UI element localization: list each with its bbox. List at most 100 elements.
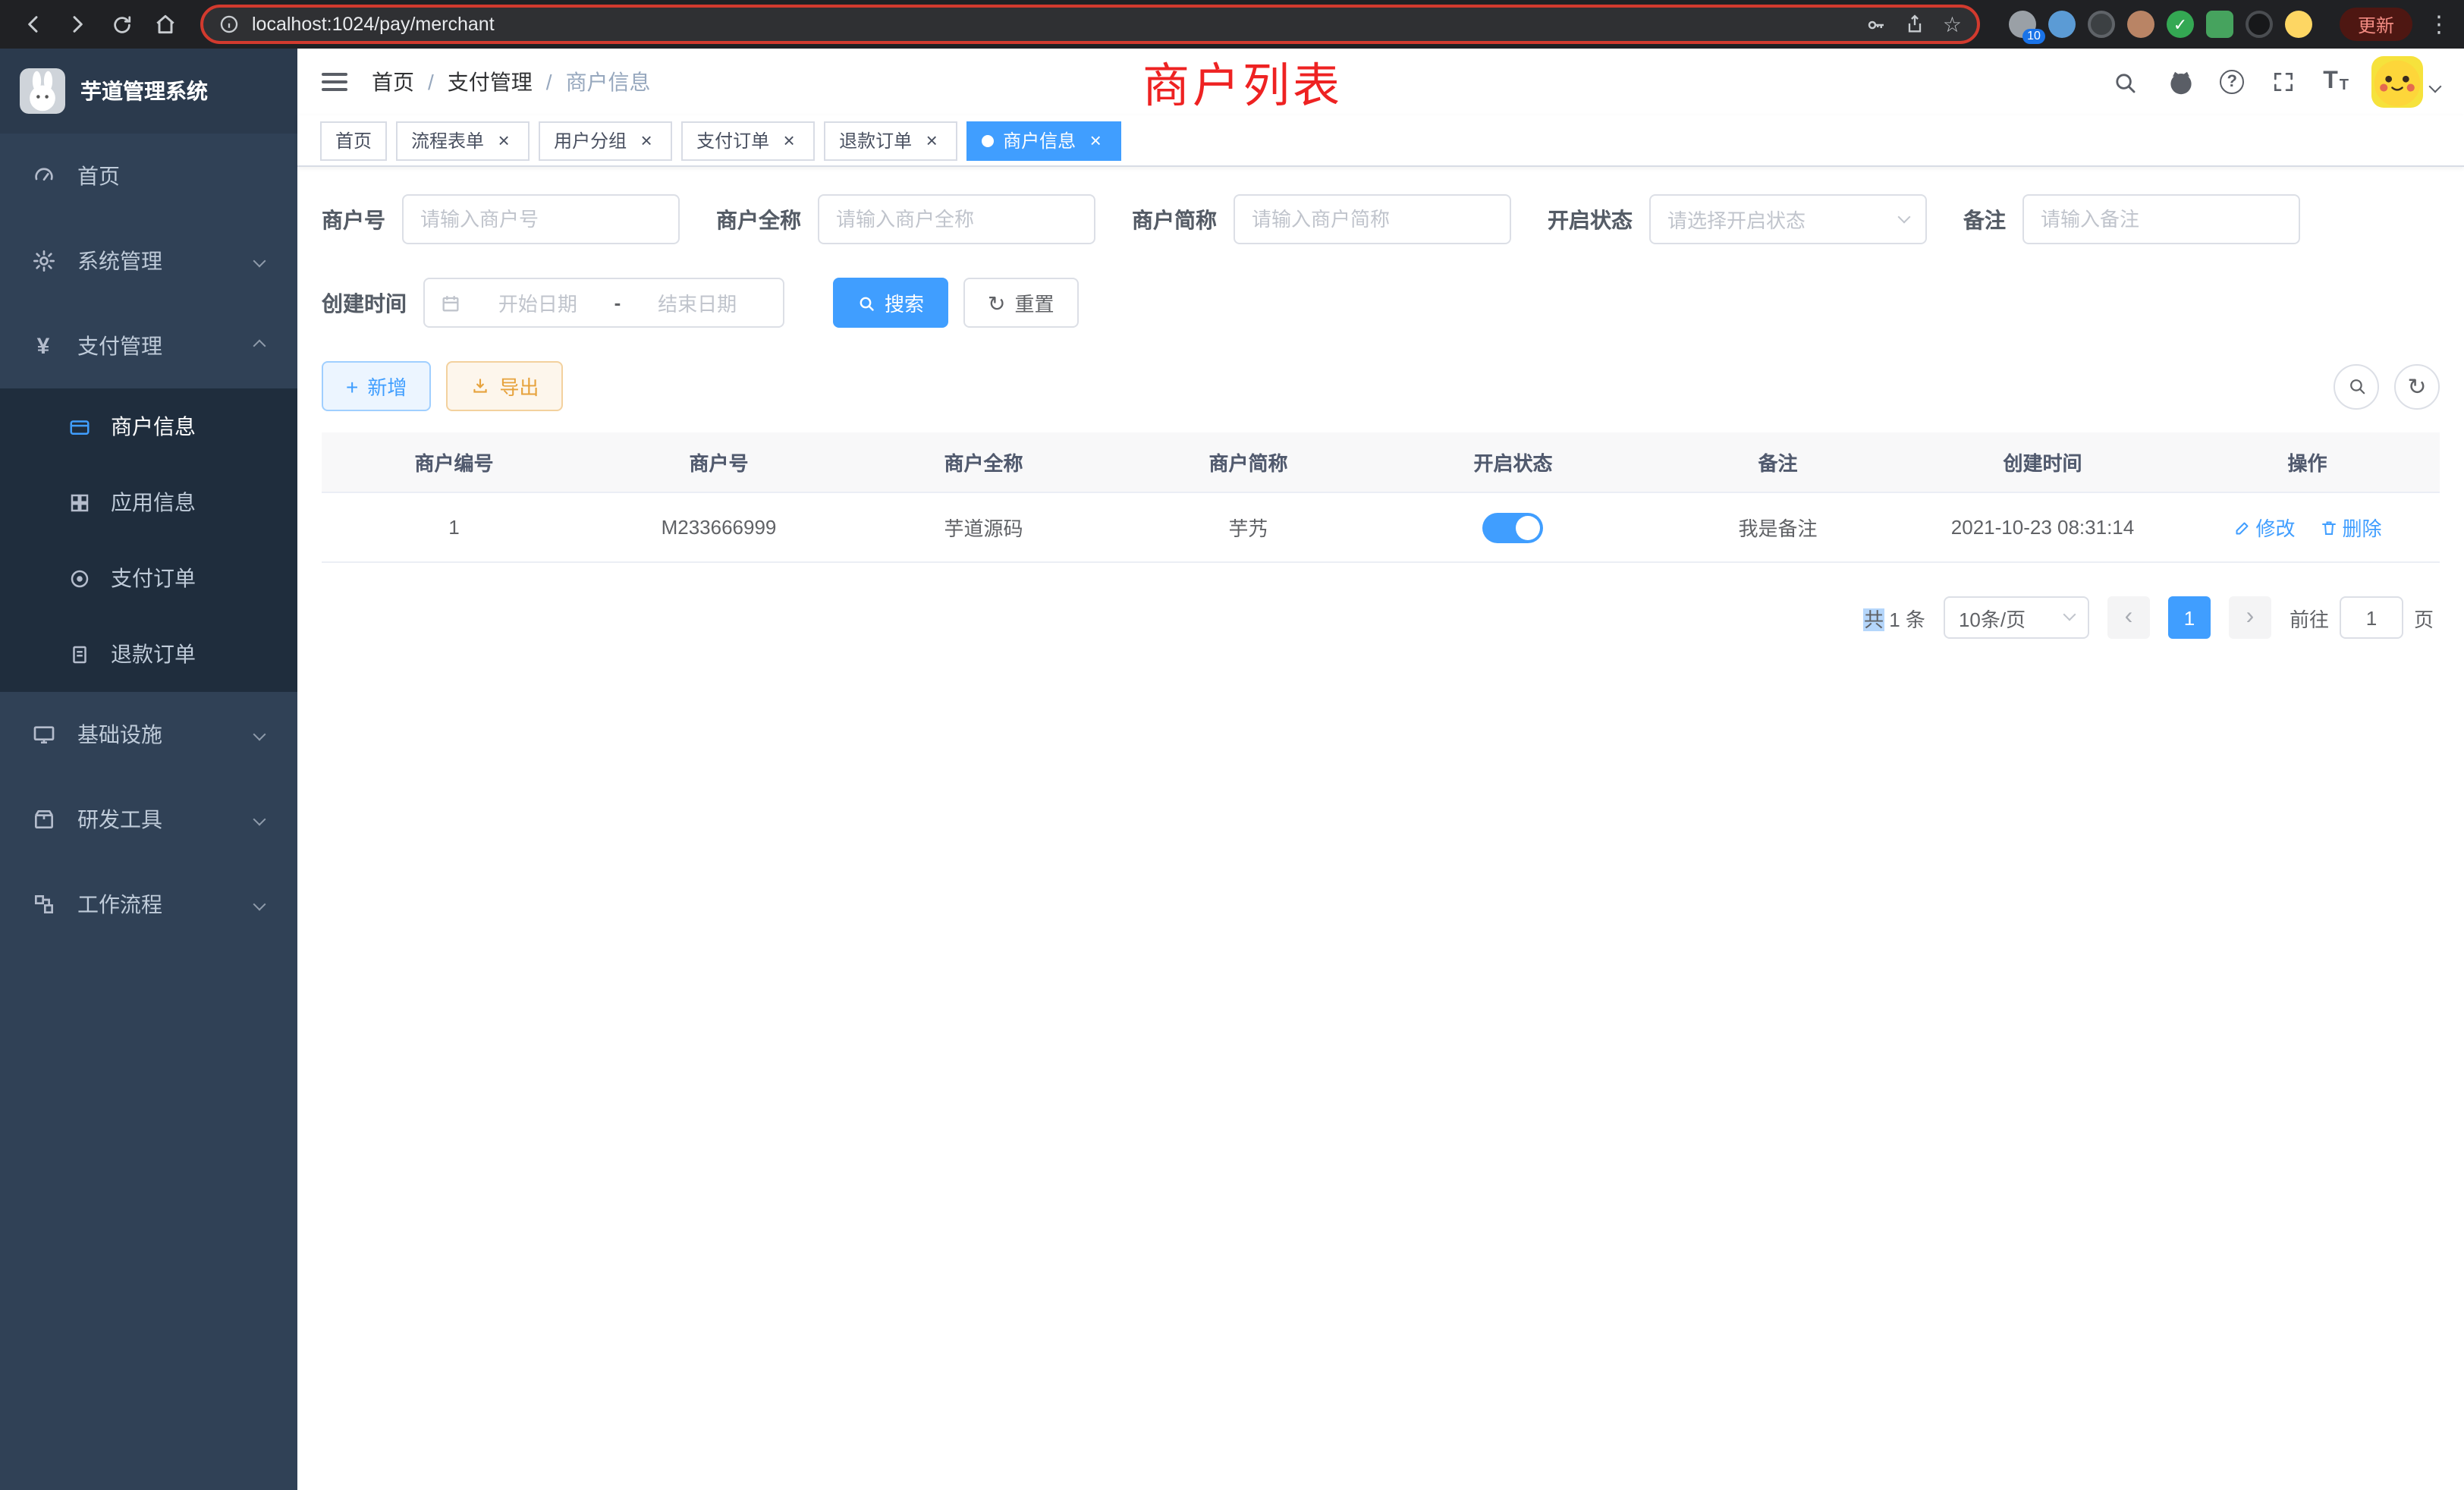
profile-avatar-icon[interactable]: [2127, 11, 2154, 38]
address-bar[interactable]: localhost:1024/pay/merchant ☆: [200, 5, 1980, 44]
col-actions: 操作: [2175, 448, 2440, 476]
total-count: 共 1 条: [1864, 603, 1925, 632]
col-merchant-no: 商户号: [586, 448, 851, 476]
extension-dark-icon[interactable]: [2088, 11, 2115, 38]
next-page-button[interactable]: ›: [2229, 596, 2271, 639]
extensions-area: 10 ✓: [2009, 11, 2312, 38]
monitor-icon: [30, 721, 56, 747]
prev-page-button[interactable]: ‹: [2107, 596, 2150, 639]
tab-home[interactable]: 首页: [320, 121, 387, 160]
password-key-icon[interactable]: [1865, 13, 1888, 36]
reload-icon[interactable]: [103, 6, 140, 42]
chevron-down-icon: [1898, 210, 1911, 223]
status-toggle[interactable]: [1483, 512, 1544, 542]
breadcrumb-separator: /: [546, 70, 552, 94]
tab-refund-order[interactable]: 退款订单×: [824, 121, 957, 160]
share-icon[interactable]: [1905, 14, 1926, 35]
chevron-down-icon: [2063, 608, 2076, 621]
tags-view: 首页 流程表单× 用户分组× 支付订单× 退款订单× 商户信息×: [297, 115, 2464, 167]
breadcrumb-payment[interactable]: 支付管理: [448, 67, 533, 97]
cell-merchant-no: M233666999: [586, 516, 851, 539]
navbar: 首页 / 支付管理 / 商户信息 ?: [297, 49, 2464, 115]
font-size-icon[interactable]: TT: [2323, 70, 2349, 94]
sidebar: 芋道管理系统 首页 系统管理 ¥ 支付管理: [0, 49, 297, 1490]
search-button[interactable]: 搜索: [833, 278, 948, 328]
col-create-time: 创建时间: [1910, 448, 2175, 476]
calendar-icon: [440, 292, 461, 313]
avatar[interactable]: [2371, 56, 2423, 108]
sidebar-item-pay-order[interactable]: 支付订单: [0, 540, 297, 616]
sidebar-item-app-info[interactable]: 应用信息: [0, 464, 297, 540]
page-content: 商户号 商户全称 商户简称 开启状态 请选择开启状态: [297, 167, 2464, 1490]
close-icon[interactable]: ×: [636, 130, 657, 151]
col-full-name: 商户全称: [851, 448, 1116, 476]
tab-process-form[interactable]: 流程表单×: [396, 121, 530, 160]
help-icon[interactable]: ?: [2220, 70, 2244, 94]
extension-icon[interactable]: 10: [2009, 11, 2036, 38]
sidebar-item-payment[interactable]: ¥ 支付管理: [0, 303, 297, 388]
extension-drop-icon[interactable]: [2048, 11, 2076, 38]
sidebar-item-system[interactable]: 系统管理: [0, 218, 297, 303]
github-icon[interactable]: [2164, 65, 2197, 99]
reset-button[interactable]: ↻ 重置: [963, 278, 1079, 328]
date-range-picker[interactable]: 开始日期 - 结束日期: [423, 278, 784, 328]
cell-status: [1381, 512, 1645, 542]
extension-green-icon[interactable]: [2206, 11, 2233, 38]
tab-user-group[interactable]: 用户分组×: [539, 121, 672, 160]
close-icon[interactable]: ×: [1085, 130, 1106, 151]
sidebar-item-home[interactable]: 首页: [0, 134, 297, 218]
yen-icon: ¥: [30, 333, 56, 359]
delete-link[interactable]: 删除: [2320, 513, 2382, 542]
extension-emoji-icon[interactable]: [2285, 11, 2312, 38]
table-toolbar: + 新增 导出 ↻: [322, 361, 2440, 411]
page-unit-label: 页: [2414, 603, 2434, 632]
sidebar-item-refund-order[interactable]: 退款订单: [0, 616, 297, 692]
status-select[interactable]: 请选择开启状态: [1649, 194, 1927, 244]
page-info-icon[interactable]: [218, 14, 240, 35]
add-button[interactable]: + 新增: [322, 361, 431, 411]
browser-toolbar: localhost:1024/pay/merchant ☆ 10 ✓ 更新 ⋮: [0, 0, 2464, 49]
start-date-placeholder: 开始日期: [467, 288, 608, 317]
tab-pay-order[interactable]: 支付订单×: [681, 121, 815, 160]
close-icon[interactable]: ×: [921, 130, 942, 151]
browser-update-button[interactable]: 更新: [2340, 8, 2412, 41]
sidebar-item-workflow[interactable]: 工作流程: [0, 862, 297, 947]
date-separator: -: [614, 291, 621, 314]
export-button[interactable]: 导出: [446, 361, 563, 411]
short-name-label: 商户简称: [1132, 204, 1217, 234]
sidebar-item-merchant-info[interactable]: 商户信息: [0, 388, 297, 464]
sidebar-item-infra[interactable]: 基础设施: [0, 692, 297, 777]
short-name-input[interactable]: [1234, 194, 1511, 244]
extension-check-icon[interactable]: ✓: [2167, 11, 2194, 38]
sidebar-fold-icon[interactable]: [322, 73, 347, 91]
browser-menu-icon[interactable]: ⋮: [2428, 11, 2449, 38]
home-icon[interactable]: [147, 6, 184, 42]
page-size-select[interactable]: 10条/页: [1944, 596, 2089, 639]
col-short-name: 商户简称: [1116, 448, 1381, 476]
forward-icon[interactable]: [59, 6, 96, 42]
back-icon[interactable]: [15, 6, 52, 42]
cell-merchant-id: 1: [322, 516, 586, 539]
remark-input[interactable]: [2022, 194, 2300, 244]
close-icon[interactable]: ×: [493, 130, 514, 151]
goto-page-input[interactable]: [2340, 596, 2403, 639]
search-icon: [857, 294, 875, 312]
sidebar-item-devtools[interactable]: 研发工具: [0, 777, 297, 862]
extension-pinwheel-icon[interactable]: [2246, 11, 2273, 38]
toggle-search-icon[interactable]: [2334, 363, 2379, 409]
close-icon[interactable]: ×: [778, 130, 800, 151]
breadcrumb-home[interactable]: 首页: [372, 67, 414, 97]
page-number-button[interactable]: 1: [2168, 596, 2211, 639]
main-area: 商户列表 首页 / 支付管理 / 商户信息 ?: [297, 49, 2464, 1490]
full-name-input[interactable]: [818, 194, 1095, 244]
create-time-label: 创建时间: [322, 288, 407, 318]
bookmark-star-icon[interactable]: ☆: [1943, 14, 1962, 35]
search-icon[interactable]: [2107, 65, 2141, 99]
tab-merchant-info[interactable]: 商户信息×: [966, 121, 1121, 160]
fullscreen-icon[interactable]: [2267, 65, 2300, 99]
merchant-no-input[interactable]: [402, 194, 680, 244]
user-menu[interactable]: [2371, 56, 2440, 108]
refresh-table-icon[interactable]: ↻: [2394, 363, 2440, 409]
edit-link[interactable]: 修改: [2233, 513, 2295, 542]
navbar-actions: ? TT: [2107, 56, 2440, 108]
